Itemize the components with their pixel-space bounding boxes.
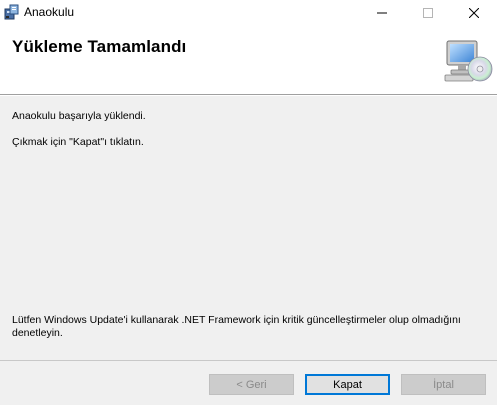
maximize-button[interactable]: [405, 0, 451, 26]
close-icon: [469, 8, 479, 18]
installer-app-icon: [4, 4, 20, 20]
close-button[interactable]: Kapat: [305, 374, 390, 395]
minimize-icon: [377, 12, 387, 14]
title-bar[interactable]: Anaokulu: [0, 0, 497, 26]
success-message: Anaokulu başarıyla yüklendi.: [12, 110, 146, 122]
computer-cd-icon: [443, 38, 493, 84]
minimize-button[interactable]: [359, 0, 405, 26]
close-window-button[interactable]: [451, 0, 497, 26]
cancel-button[interactable]: İptal: [401, 374, 486, 395]
header-divider-highlight: [0, 95, 497, 96]
update-notice: Lütfen Windows Update'i kullanarak .NET …: [12, 314, 461, 339]
page-title: Yükleme Tamamlandı: [12, 37, 187, 56]
footer-divider: [0, 360, 497, 361]
maximize-icon: [423, 8, 433, 18]
window-title: Anaokulu: [24, 5, 75, 19]
installer-window: Anaokulu Yükleme Tamamlandı Anaokulu baş…: [0, 0, 497, 405]
back-button[interactable]: < Geri: [209, 374, 294, 395]
exit-instruction: Çıkmak için "Kapat"ı tıklatın.: [12, 136, 144, 148]
dialog-header: Yükleme Tamamlandı: [0, 26, 497, 94]
